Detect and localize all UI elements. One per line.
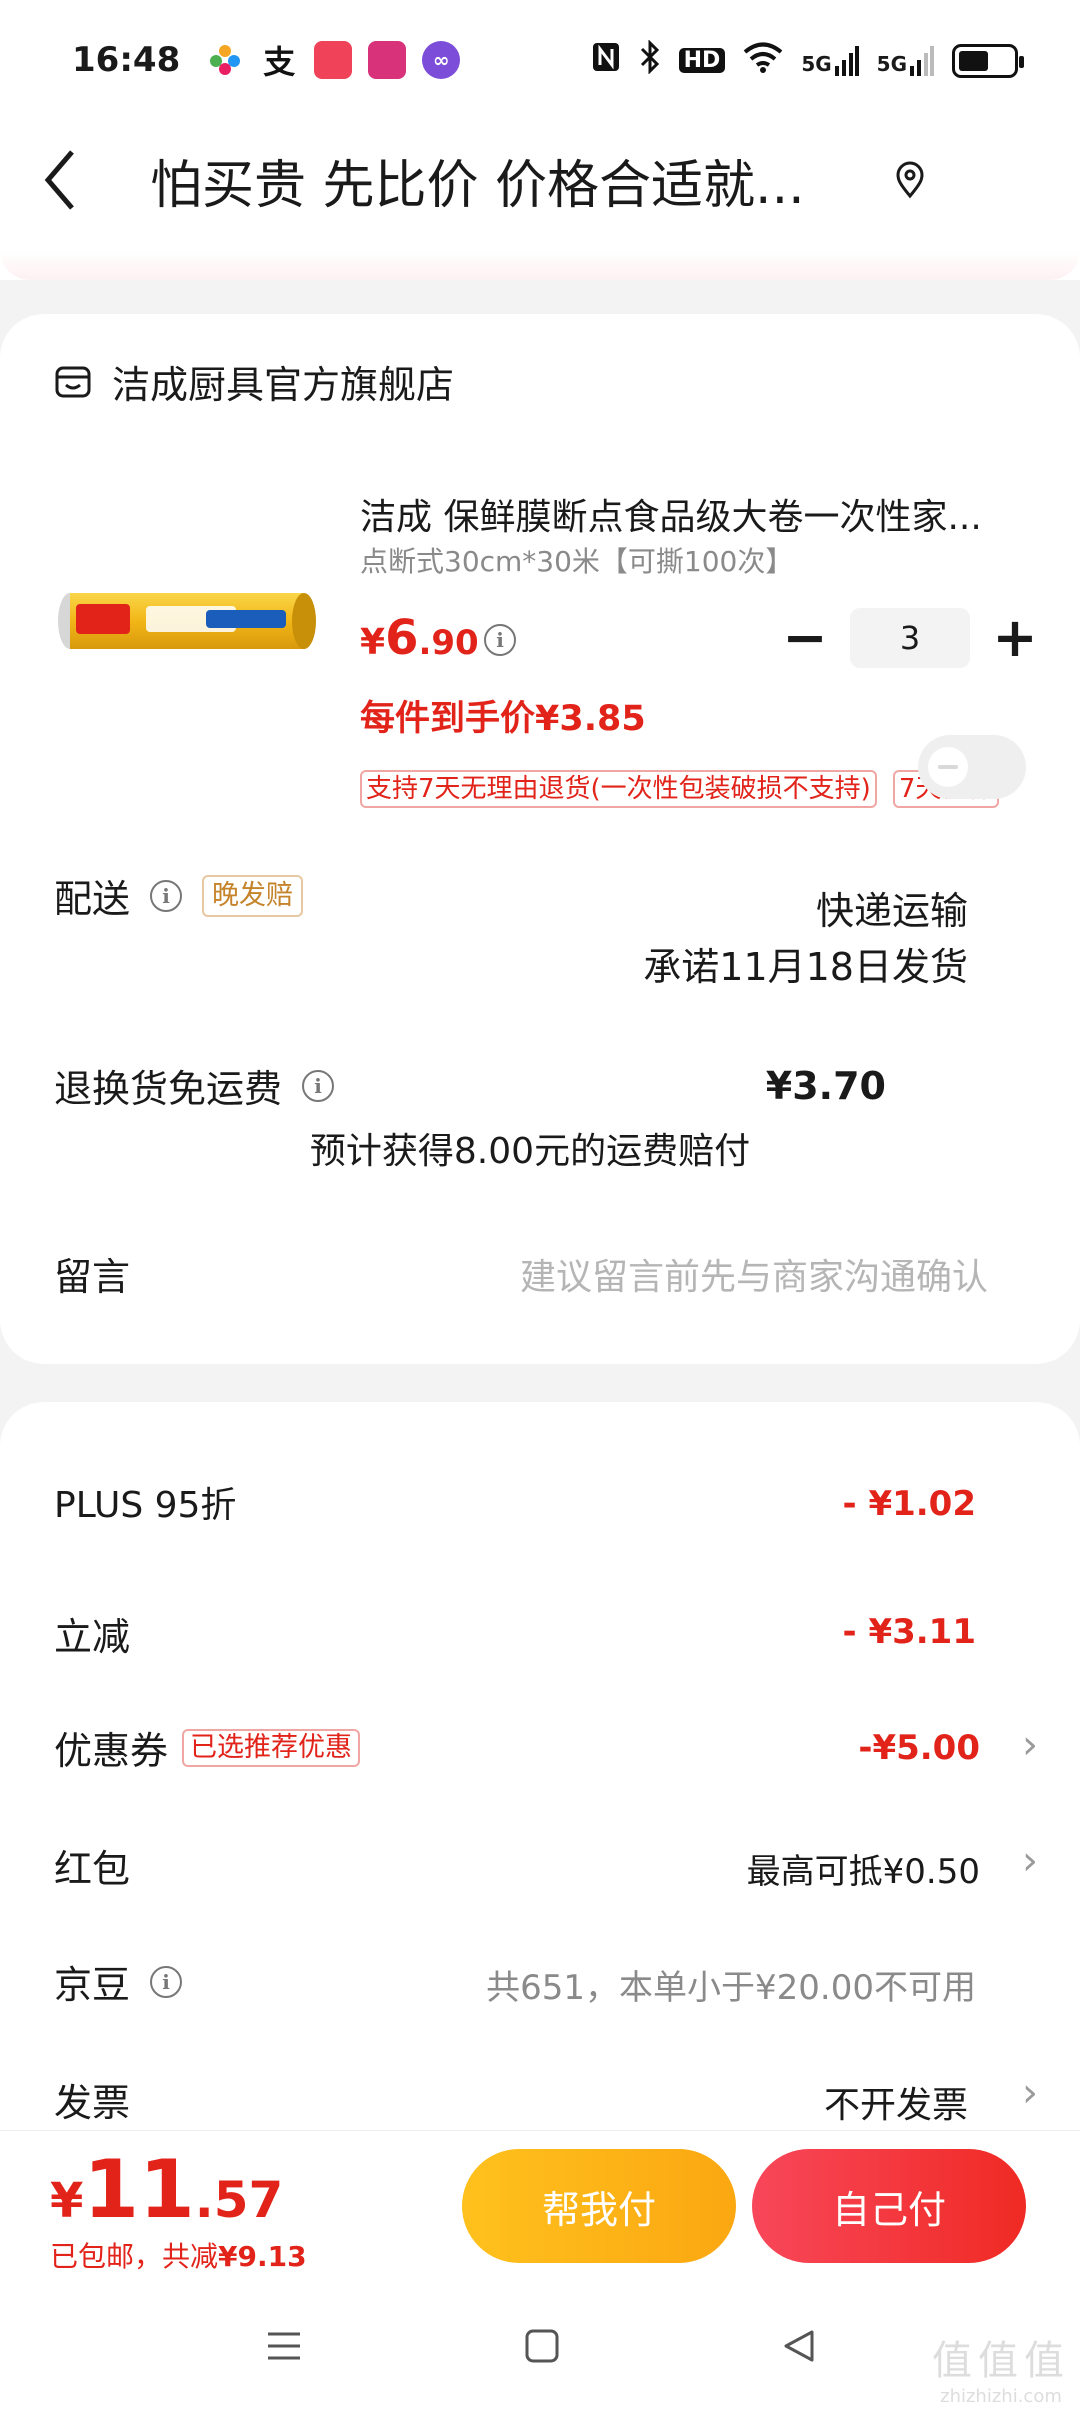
status-bar: 16:48 支 ∞ HD 5G 5G <box>0 0 1080 120</box>
order-card: 洁成厨具官方旗舰店 洁成 保鲜膜断点食品级大卷一次性家... 点断式30cm*3… <box>0 314 1080 1364</box>
return-shipping-info-icon[interactable]: i <box>302 1069 335 1102</box>
coupon-value[interactable]: -¥5.00 <box>858 1728 980 1768</box>
back-nav-icon[interactable] <box>778 2324 822 2368</box>
app-notification-icon <box>206 41 245 79</box>
jingdou-info-icon[interactable]: i <box>150 1965 183 1998</box>
invoice-label: 发票 <box>54 2081 131 2125</box>
menu-icon[interactable] <box>262 2324 306 2368</box>
redpacket-value[interactable]: 最高可抵¥0.50 <box>747 1844 980 1893</box>
coupon-label: 优惠券 <box>54 1729 169 1773</box>
store-icon <box>55 366 91 397</box>
product-image[interactable] <box>56 576 318 666</box>
quantity-minus-button[interactable]: − <box>780 611 830 665</box>
help-pay-button[interactable]: 帮我付 <box>462 2149 736 2263</box>
coupon-badge: 已选推荐优惠 <box>182 1728 361 1767</box>
instant-discount-label: 立减 <box>54 1615 131 1659</box>
total-savings[interactable]: 已包邮，共减¥9.13 <box>50 2235 307 2275</box>
link-notification-icon: ∞ <box>422 41 461 79</box>
invoice-value[interactable]: 不开发票 <box>824 2076 968 2128</box>
signal-5g-icon-2: 5G <box>877 45 934 76</box>
quantity-stepper: − 3 + <box>780 608 1040 668</box>
battery-icon <box>952 43 1024 78</box>
return-shipping-row: 退换货免运费 i <box>54 1058 335 1113</box>
hd-badge: HD <box>678 48 726 73</box>
redpacket-chevron-icon[interactable]: › <box>1022 1838 1038 1884</box>
nfc-icon <box>591 41 621 80</box>
location-icon[interactable] <box>890 160 930 200</box>
plus-value: - ¥1.02 <box>842 1484 977 1524</box>
signal-5g-icon-1: 5G <box>801 45 859 76</box>
page-header: 怕买贵 先比价 价格合适就... <box>0 120 1080 240</box>
unit-price: 每件到手价¥3.85 <box>360 699 646 739</box>
plus-label: PLUS 95折 <box>54 1485 237 1526</box>
invoice-chevron-icon[interactable]: › <box>1022 2070 1038 2116</box>
alipay-notification-icon: 支 <box>263 43 296 81</box>
store-row[interactable]: 洁成厨具官方旗舰店 <box>54 354 454 409</box>
status-time: 16:48 <box>72 40 181 80</box>
delivery-method[interactable]: 快递运输 <box>816 880 968 935</box>
back-arrow-icon <box>44 150 74 210</box>
product-title[interactable]: 洁成 保鲜膜断点食品级大卷一次性家... <box>360 488 1020 540</box>
store-name: 洁成厨具官方旗舰店 <box>112 363 455 407</box>
coupon-row[interactable]: 优惠券 已选推荐优惠 <box>54 1720 361 1775</box>
message-label: 留言 <box>54 1255 131 1299</box>
wifi-icon <box>743 41 783 80</box>
service-tags: 支持7天无理由退货(一次性包装破损不支持) 7天价保 <box>360 770 1000 808</box>
page-title: 怕买贵 先比价 价格合适就... <box>150 155 805 216</box>
bluetooth-icon <box>639 39 661 81</box>
header-band <box>0 240 1080 280</box>
price-info-icon[interactable]: i <box>484 624 516 656</box>
home-icon[interactable] <box>520 2324 564 2368</box>
return-shipping-toggle[interactable] <box>918 735 1026 799</box>
delivery-promise: 承诺11月18日发货 <box>643 945 968 989</box>
delivery-label: 配送 <box>54 877 131 921</box>
message-input[interactable]: 建议留言前先与商家沟通确认 <box>520 1248 988 1300</box>
delivery-info-icon[interactable]: i <box>150 879 183 912</box>
coupon-chevron-icon[interactable]: › <box>1022 1722 1038 1768</box>
instant-discount-value: - ¥3.11 <box>842 1612 977 1652</box>
total-price: ¥11.57 <box>50 2143 284 2236</box>
self-pay-button[interactable]: 自己付 <box>752 2149 1026 2263</box>
status-right: HD 5G 5G <box>591 39 1024 81</box>
return-shipping-note: 预计获得8.00元的运费赔付 <box>309 1131 751 1172</box>
late-compensation-badge: 晚发赔 <box>202 874 304 917</box>
back-button[interactable] <box>0 120 120 240</box>
jingdou-value: 共651，本单小于¥20.00不可用 <box>486 1968 976 2008</box>
shopping-notification-icon <box>314 41 353 79</box>
return-policy-tag[interactable]: 支持7天无理由退货(一次性包装破损不支持) <box>360 770 877 808</box>
product-price: ¥6.90 <box>360 610 479 666</box>
system-nav-bar <box>0 2282 1080 2412</box>
wallet-notification-icon <box>368 41 407 79</box>
return-shipping-price: ¥3.70 <box>765 1064 886 1108</box>
redpacket-label: 红包 <box>54 1847 131 1891</box>
return-shipping-label: 退换货免运费 <box>54 1067 283 1111</box>
delivery-row: 配送 i 晚发赔 <box>54 868 304 923</box>
quantity-input[interactable]: 3 <box>850 608 970 668</box>
jingdou-row: 京豆 i <box>54 1954 183 2009</box>
watermark: 值值值 zhizhizhi.com <box>932 2338 1070 2407</box>
quantity-plus-button[interactable]: + <box>990 611 1040 665</box>
checkout-bar: ¥11.57 已包邮，共减¥9.13 帮我付 自己付 <box>0 2130 1080 2282</box>
product-spec[interactable]: 点断式30cm*30米【可撕100次】 <box>360 540 793 580</box>
jingdou-label: 京豆 <box>54 1963 131 2007</box>
